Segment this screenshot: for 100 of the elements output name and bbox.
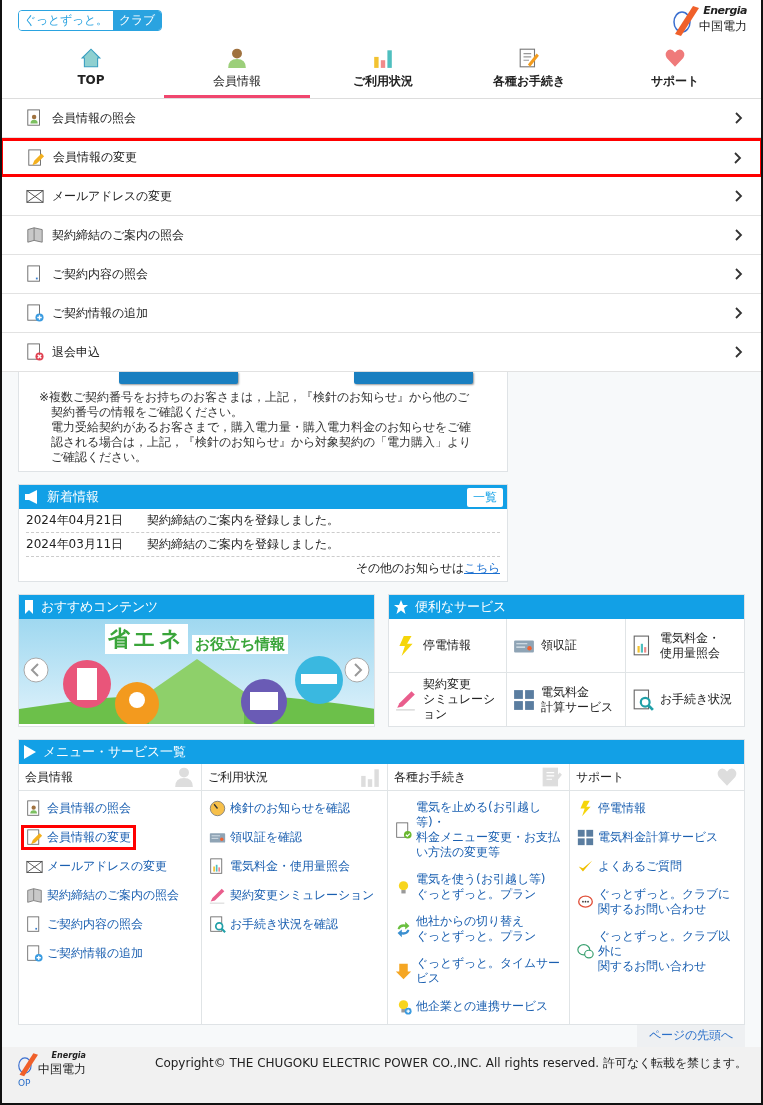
menu-link[interactable]: 領収証を確認 bbox=[204, 825, 307, 850]
document-cross-icon bbox=[26, 343, 44, 361]
house-icon bbox=[80, 47, 102, 70]
service-tile[interactable]: 領収証 bbox=[507, 619, 626, 673]
nav-tab[interactable]: ご利用状況 bbox=[310, 43, 456, 98]
book-icon bbox=[26, 887, 43, 904]
menu-link[interactable]: お手続き状況を確認 bbox=[204, 912, 343, 937]
bar-chart-icon bbox=[359, 766, 381, 788]
calculator-icon bbox=[513, 688, 536, 711]
pencil-document-icon bbox=[27, 148, 45, 167]
play-icon bbox=[24, 745, 36, 759]
star-icon bbox=[394, 600, 408, 614]
news-text: 契約締結のご案内を登録しました。 bbox=[147, 536, 340, 553]
question-bubble-icon bbox=[577, 943, 594, 960]
notice-text: 電力受給契約があるお客さまで，購入電力量・購入電力料金のお知らせをご確認される場合は，上記，『検針のお知らせ』から対象契約の「電力購入」よりご確認ください。 bbox=[50, 420, 472, 465]
footer-name-text: 中国電力 bbox=[38, 1061, 86, 1078]
heart-icon bbox=[716, 766, 738, 788]
news-date: 2024年03月11日 bbox=[26, 536, 124, 553]
more-text: その他のお知らせは bbox=[356, 561, 464, 575]
chevron-right-icon bbox=[735, 307, 743, 319]
chevron-right-icon bbox=[735, 229, 743, 241]
book-icon bbox=[26, 226, 44, 244]
chevron-right-icon bbox=[735, 346, 743, 358]
gauge-icon bbox=[209, 800, 226, 817]
speech-bubble-icon bbox=[577, 893, 594, 911]
menu-link[interactable]: 電気を止める(お引越し等)・ 料金メニュー変更・お支払い方法の変更等 bbox=[390, 796, 567, 864]
next-button[interactable] bbox=[344, 657, 370, 683]
menu-link[interactable]: 電気を使う(お引越し等) ぐっとずっと。プラン bbox=[390, 868, 551, 906]
menu-link[interactable]: ぐっとずっと。タイムサービス bbox=[390, 952, 567, 990]
news-date: 2024年04月21日 bbox=[26, 512, 124, 529]
nav-tab[interactable]: 各種お手続き bbox=[456, 43, 602, 98]
document-check-icon bbox=[395, 821, 412, 839]
chevron-right-icon bbox=[735, 268, 743, 280]
menu-header: メニュー・サービス一覧 bbox=[19, 740, 744, 764]
column-heading: サポート bbox=[576, 768, 624, 786]
notepad-pencil-icon bbox=[518, 47, 540, 70]
chevron-right-icon bbox=[735, 190, 743, 202]
menu-link[interactable]: ぐっとずっと。クラブ以外に 関するお問い合わせ bbox=[572, 925, 742, 978]
calculator-icon bbox=[577, 829, 594, 846]
corp-brand-text: Energia bbox=[703, 4, 747, 17]
column-heading: 会員情報 bbox=[25, 768, 73, 786]
menu-link[interactable]: 会員情報の照会 bbox=[21, 796, 136, 821]
recommend-header: おすすめコンテンツ bbox=[19, 595, 374, 619]
pencil-icon bbox=[209, 887, 226, 904]
menu-link[interactable]: ご契約内容の照会 bbox=[21, 912, 148, 937]
menu-link[interactable]: よくあるご質問 bbox=[572, 854, 687, 879]
more-link[interactable]: こちら bbox=[464, 561, 500, 575]
person-icon bbox=[173, 766, 195, 788]
menu-link[interactable]: 契約変更シミュレーション bbox=[204, 883, 379, 908]
column-heading: 各種お手続き bbox=[394, 768, 466, 786]
bar-chart-icon bbox=[372, 47, 394, 70]
column-heading: ご利用状況 bbox=[208, 768, 268, 786]
chevron-right-icon bbox=[734, 151, 742, 164]
banner-subtitle: お役立ち情報 bbox=[192, 635, 288, 654]
envelope-icon bbox=[26, 858, 43, 875]
energia-logo-icon bbox=[18, 1051, 38, 1077]
menu-link[interactable]: ぐっとずっと。クラブに 関するお問い合わせ bbox=[572, 883, 735, 921]
menu-link[interactable]: メールアドレスの変更 bbox=[21, 854, 172, 879]
menu-link[interactable]: 他企業との連携サービス bbox=[390, 994, 553, 1019]
services-header: 便利なサービス bbox=[389, 595, 744, 619]
service-tile[interactable]: お手続き状況 bbox=[625, 673, 744, 726]
nav-tab[interactable]: TOP bbox=[18, 43, 164, 98]
news-text: 契約締結のご案内を登録しました。 bbox=[147, 512, 340, 529]
bookmark-icon bbox=[24, 600, 34, 614]
menu-link[interactable]: 他社からの切り替え ぐっとずっと。プラン bbox=[390, 910, 541, 948]
service-tile[interactable]: 電気料金・ 使用量照会 bbox=[625, 619, 744, 673]
copyright-text: Copyright© THE CHUGOKU ELECTRIC POWER CO.,INC. All rights reserved. 許可なく転載を禁じます。 bbox=[155, 1055, 747, 1072]
footer-brand-text: Energia bbox=[51, 1051, 86, 1060]
service-tile[interactable]: 停電情報 bbox=[389, 619, 508, 673]
menu-link[interactable]: 会員情報の変更 bbox=[21, 825, 136, 850]
menu-link[interactable]: 契約締結のご案内の照会 bbox=[21, 883, 184, 908]
banner-title: 省エネ bbox=[105, 624, 188, 654]
menu-link[interactable]: 電気料金計算サービス bbox=[572, 825, 723, 850]
service-tile[interactable]: 電気料金 計算サービス bbox=[507, 673, 626, 726]
previous-button[interactable] bbox=[23, 657, 49, 683]
corp-name-text: 中国電力 bbox=[699, 18, 747, 35]
energia-logo-icon bbox=[673, 4, 699, 36]
dropdown-menu-item[interactable]: 会員情報の変更 bbox=[2, 138, 761, 177]
down-arrow-icon bbox=[395, 962, 412, 980]
magnifier-document-icon bbox=[631, 688, 654, 711]
menu-link[interactable]: 停電情報 bbox=[572, 796, 651, 821]
magnifier-document-icon bbox=[209, 916, 226, 933]
menu-link[interactable]: 検針のお知らせを確認 bbox=[204, 796, 355, 821]
op-text: OP bbox=[18, 1078, 32, 1088]
menu-link[interactable]: 電気料金・使用量照会 bbox=[204, 854, 355, 879]
pencil-document-icon bbox=[26, 829, 43, 846]
notepad-pencil-icon bbox=[541, 766, 563, 788]
page-top-link[interactable]: ページの先頭へ bbox=[637, 1025, 745, 1047]
club-logo-badge: クラブ bbox=[113, 11, 161, 30]
notice-text: ※複数ご契約番号をお持ちのお客さまは，上記，『検針のお知らせ』から他のご契約番号の情報をご確認ください。 bbox=[39, 390, 471, 420]
menu-link[interactable]: ご契約情報の追加 bbox=[21, 941, 148, 966]
document-plus-icon bbox=[26, 304, 44, 322]
news-header: 新着情報 一覧 bbox=[19, 485, 507, 509]
megaphone-icon bbox=[24, 490, 40, 504]
chevron-right-icon bbox=[735, 112, 743, 124]
nav-tab[interactable]: サポート bbox=[602, 43, 748, 98]
refresh-arrows-icon bbox=[395, 920, 412, 938]
pencil-icon bbox=[395, 688, 417, 711]
document-plus-icon bbox=[26, 945, 43, 962]
service-tile[interactable]: 契約変更 シミュレーション bbox=[389, 673, 508, 726]
